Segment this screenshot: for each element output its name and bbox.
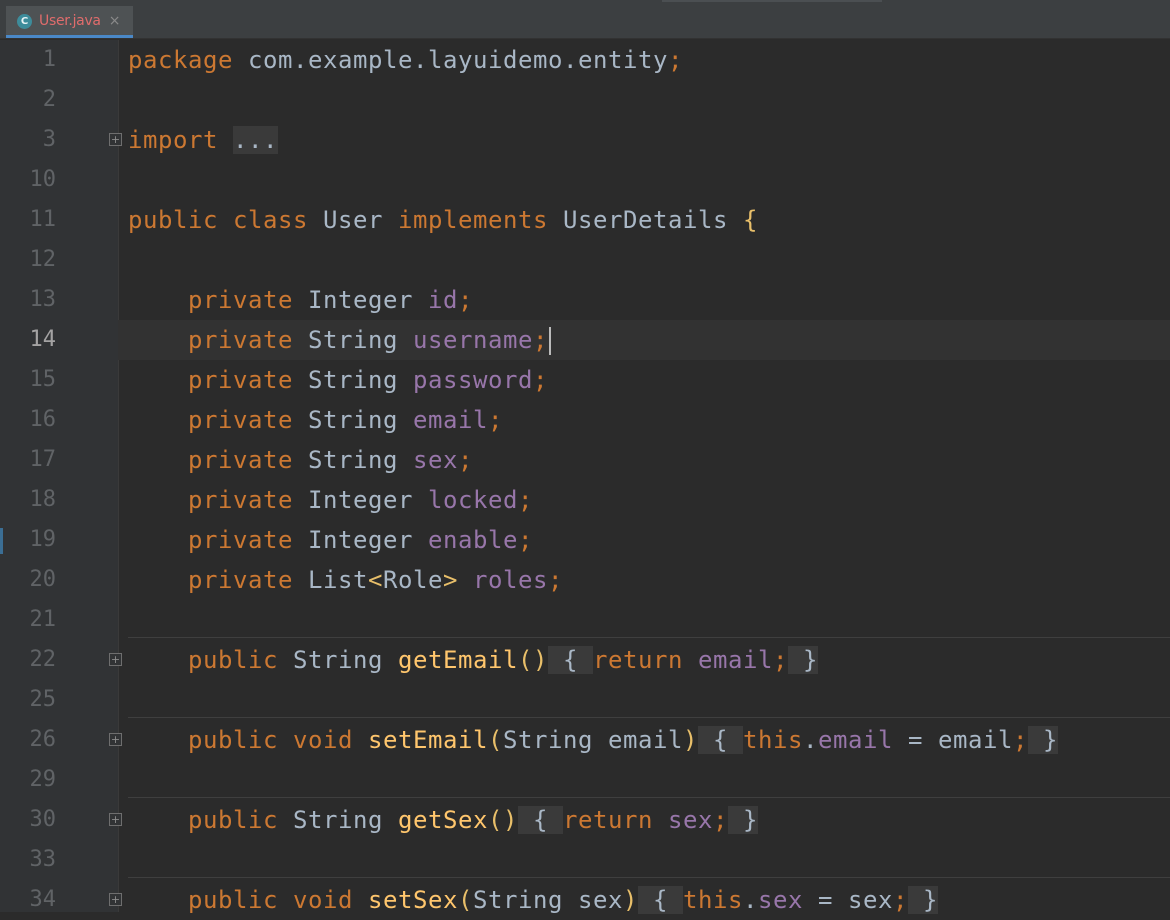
tab-user-java[interactable]: C User.java × [6, 6, 133, 38]
method-separator [128, 637, 1170, 638]
fold-expand-icon[interactable]: + [109, 733, 122, 746]
code-text: public String getEmail() { return email;… [188, 646, 818, 674]
folded-imports[interactable]: ... [233, 126, 278, 154]
code-line: 12 [0, 240, 1170, 280]
line-number: 14 [29, 327, 57, 352]
code-line: 25 [0, 680, 1170, 720]
line-number: 10 [29, 167, 57, 192]
tab-title: User.java [39, 13, 101, 29]
line-number: 20 [29, 567, 57, 592]
line-number: 13 [29, 287, 57, 312]
code-line: 33 [0, 840, 1170, 880]
line-number: 11 [29, 207, 57, 232]
code-line: 2 [0, 80, 1170, 120]
code-text: import ... [128, 126, 278, 154]
java-class-icon: C [17, 13, 32, 29]
code-line: 13 private Integer id; [0, 280, 1170, 320]
code-text: public class User implements UserDetails… [128, 206, 758, 234]
line-number: 30 [29, 807, 57, 832]
line-number: 16 [29, 407, 57, 432]
fold-expand-icon[interactable]: + [109, 133, 122, 146]
code-text: public String getSex() { return sex; } [188, 806, 758, 834]
code-line: 20 private List<Role> roles; [0, 560, 1170, 600]
line-number: 29 [29, 767, 57, 792]
line-number: 3 [42, 127, 56, 152]
line-number: 15 [29, 367, 57, 392]
code-text: package com.example.layuidemo.entity; [128, 46, 683, 74]
code-line: 29 [0, 760, 1170, 800]
code-line: 22 + public String getEmail() { return e… [0, 640, 1170, 680]
fold-expand-icon[interactable]: + [109, 813, 122, 826]
tab-bar-divider [662, 0, 882, 2]
method-separator [128, 717, 1170, 718]
code-line-current: 14 private String username; [0, 320, 1170, 360]
text-caret [549, 327, 551, 355]
code-text: private List<Role> roles; [188, 566, 563, 594]
code-text: private String password; [188, 366, 548, 394]
line-number: 1 [42, 47, 56, 72]
code-line: 30 + public String getSex() { return sex… [0, 800, 1170, 840]
editor-tab-bar: C User.java × [0, 0, 1170, 39]
code-line: 21 [0, 600, 1170, 640]
line-number: 12 [29, 247, 57, 272]
line-number: 26 [29, 727, 57, 752]
line-number: 22 [29, 647, 57, 672]
line-number: 25 [29, 687, 57, 712]
code-line: 1 package com.example.layuidemo.entity; [0, 40, 1170, 80]
line-number: 2 [42, 87, 56, 112]
close-icon[interactable]: × [109, 13, 121, 29]
code-text: private String email; [188, 406, 503, 434]
method-separator [128, 877, 1170, 878]
code-line: 19 private Integer enable; [0, 520, 1170, 560]
line-number: 17 [29, 447, 57, 472]
line-number: 21 [29, 607, 57, 632]
code-text: private String username; [128, 320, 551, 360]
code-text: private String sex; [188, 446, 473, 474]
method-separator [128, 797, 1170, 798]
line-number: 19 [29, 527, 57, 552]
code-text: private Integer locked; [188, 486, 533, 514]
line-number: 33 [29, 847, 57, 872]
code-line: 18 private Integer locked; [0, 480, 1170, 520]
code-text: private Integer enable; [188, 526, 533, 554]
line-number: 18 [29, 487, 57, 512]
code-line: 34 + public void setSex(String sex) { th… [0, 880, 1170, 920]
fold-expand-icon[interactable]: + [109, 653, 122, 666]
fold-expand-icon[interactable]: + [109, 893, 122, 906]
code-line: 15 private String password; [0, 360, 1170, 400]
code-line: 11 public class User implements UserDeta… [0, 200, 1170, 240]
code-text: public void setEmail(String email) { thi… [188, 726, 1058, 754]
code-line: 3 + import ... [0, 120, 1170, 160]
code-line: 16 private String email; [0, 400, 1170, 440]
code-text: public void setSex(String sex) { this.se… [188, 886, 938, 914]
code-line: 26 + public void setEmail(String email) … [0, 720, 1170, 760]
code-line: 17 private String sex; [0, 440, 1170, 480]
code-text: private Integer id; [188, 286, 473, 314]
code-line: 10 [0, 160, 1170, 200]
line-number: 34 [29, 887, 57, 912]
